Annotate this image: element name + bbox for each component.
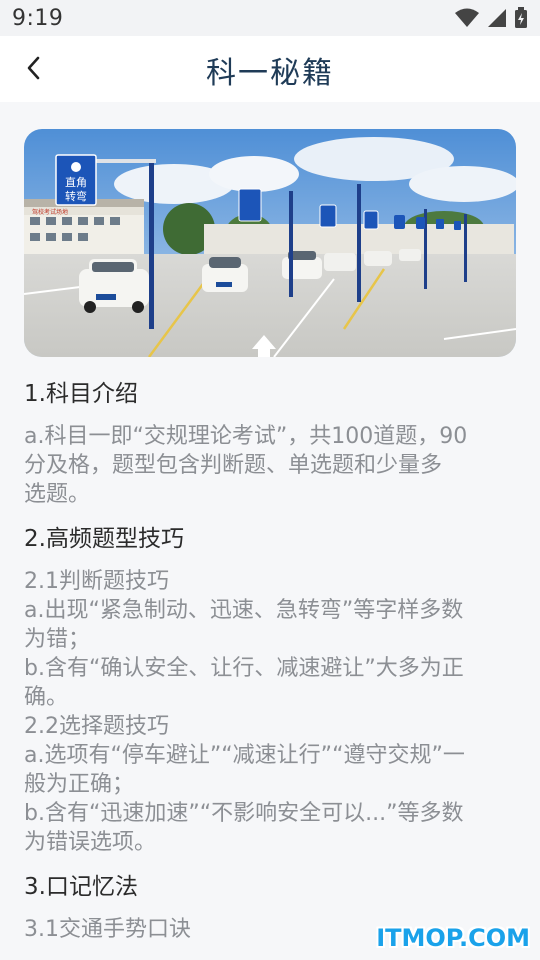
page-title: 科一秘籍 [206, 56, 334, 91]
section-2-1-a-line-1: a.出现“紧急制动、迅速、急转弯”等字样多数 [24, 598, 464, 623]
section-2-1-b-line-1: b.含有“确认安全、让行、减速避让”大多为正 [24, 656, 464, 681]
section-2-2-b-line-1: b.含有“迅速加速”“不影响安全可以...”等多数 [24, 801, 464, 826]
section-1-title: 1.科目介绍 [24, 381, 138, 407]
status-bar: 9:19 [0, 0, 540, 36]
section-2-2-b-line-2: 为错误选项。 [24, 830, 157, 855]
wifi-icon [455, 8, 479, 27]
section-2-title: 2.高频题型技巧 [24, 526, 184, 552]
section-2-2-title: 2.2选择题技巧 [24, 714, 169, 739]
header: 科一秘籍 [0, 36, 540, 102]
article-body: 1.科目介绍 a.科目一即“交规理论考试”，共100道题，90 分及格，题型包含… [24, 378, 518, 944]
sign-top-text: 直角 [65, 175, 87, 189]
status-time: 9:19 [12, 6, 64, 31]
section-2-1-a-line-2: 为错； [24, 627, 91, 652]
section-1-line-3: 选题。 [24, 482, 91, 507]
watermark-logo: ITMOP.COM [376, 924, 530, 952]
signal-icon [488, 9, 506, 27]
sign-bottom-text: 转弯 [65, 189, 87, 203]
section-1-line-2: 分及格，题型包含判断题、单选题和少量多 [24, 453, 443, 478]
status-icons [454, 7, 528, 29]
hero-image: 驾校考试场地 直角 转弯 [24, 129, 516, 357]
section-2-1-title: 2.1判断题技巧 [24, 569, 169, 594]
section-3-title: 3.口记忆法 [24, 874, 138, 900]
section-2-1-b-line-2: 确。 [24, 685, 69, 710]
battery-charging-icon [515, 7, 527, 28]
content-area[interactable]: 驾校考试场地 直角 转弯 1.科目介绍 a.科目一即“交规理论考试”，共100道… [0, 102, 540, 960]
banner-text: 驾校考试场地 [32, 208, 68, 216]
section-2-2-a-line-2: 般为正确； [24, 772, 135, 797]
section-2-2-a-line-1: a.选项有“停车避让”“减速让行”“遵守交规”一 [24, 743, 465, 768]
section-1-line-1: a.科目一即“交规理论考试”，共100道题，90 [24, 424, 468, 449]
